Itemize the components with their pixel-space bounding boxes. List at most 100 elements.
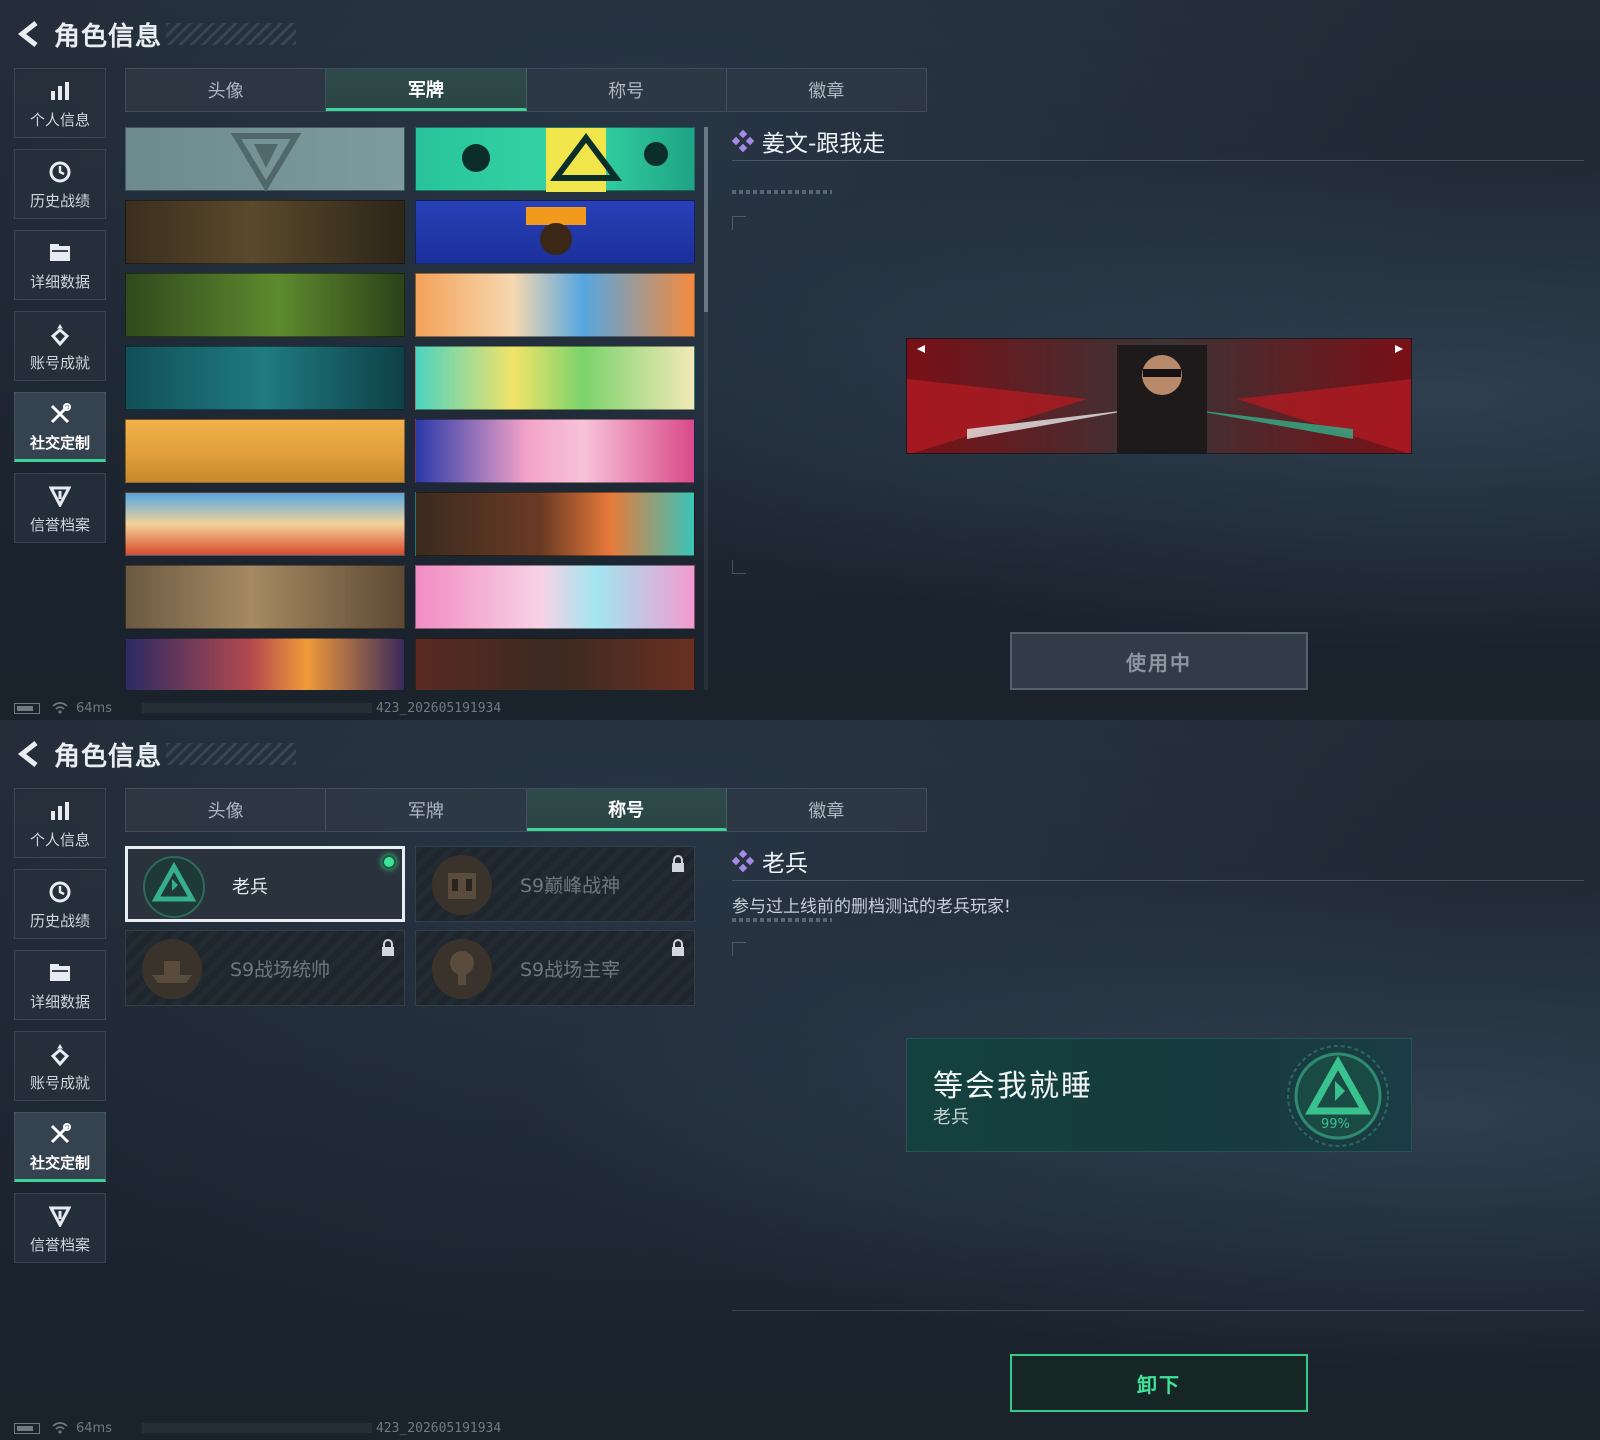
page-title: 角色信息 xyxy=(54,21,163,52)
sidebar-item-achievements[interactable]: 账号成就 xyxy=(14,1031,106,1101)
page-title: 角色信息 xyxy=(54,741,163,772)
sidebar-item-detailed-data[interactable]: 详细数据 xyxy=(14,950,106,1020)
dogtag-item[interactable] xyxy=(125,200,405,264)
sidebar-item-social-custom[interactable]: 社交定制 xyxy=(14,1112,106,1182)
sidebar-item-label: 详细数据 xyxy=(29,272,90,291)
dogtag-item[interactable] xyxy=(415,127,695,192)
sidebar-item-label: 详细数据 xyxy=(29,992,90,1011)
back-arrow-icon[interactable] xyxy=(14,17,44,51)
sidebar-item-label: 账号成就 xyxy=(29,1073,90,1092)
header: 角色信息 xyxy=(14,734,297,774)
selected-item-name: 老兵 xyxy=(762,851,808,877)
tab-badge[interactable]: 徽章 xyxy=(727,789,926,831)
dogtag-item[interactable] xyxy=(125,492,405,556)
shield-badge-icon xyxy=(46,482,74,510)
divider xyxy=(732,1310,1584,1311)
selected-item-description: 参与过上线前的删档测试的老兵玩家! xyxy=(732,897,1011,917)
battery-icon xyxy=(14,702,40,714)
veteran-emblem-icon xyxy=(1287,1045,1389,1147)
sidebar-item-reputation[interactable]: 信誉档案 xyxy=(14,1193,106,1263)
title-item-s9-dominator[interactable]: S9战场主宰 xyxy=(415,930,695,1006)
tab-avatar[interactable]: 头像 xyxy=(126,69,327,111)
dogtag-grid xyxy=(125,127,696,690)
folder-icon xyxy=(46,239,74,267)
history-clock-icon xyxy=(46,158,74,186)
in-use-button[interactable]: 使用中 xyxy=(1010,632,1308,690)
sidebar-item-label: 个人信息 xyxy=(29,110,90,129)
divider xyxy=(732,880,1584,881)
dogtag-item[interactable] xyxy=(415,565,695,629)
dogtag-item[interactable] xyxy=(415,346,695,410)
back-arrow-icon[interactable] xyxy=(14,737,44,771)
dogtag-item[interactable] xyxy=(125,127,405,192)
tab-bar: 头像 军牌 称号 徽章 xyxy=(125,68,927,112)
emblem-percent: 99% xyxy=(1321,1117,1350,1132)
tab-bar: 头像 军牌 称号 徽章 xyxy=(125,788,927,832)
sidebar-item-label: 历史战绩 xyxy=(29,911,90,930)
dogtag-item[interactable] xyxy=(415,273,695,337)
status-bar: 64ms 423_202605191934 xyxy=(14,1420,501,1436)
tab-title[interactable]: 称号 xyxy=(526,789,727,831)
session-bar xyxy=(141,1423,372,1433)
selected-item-name: 姜文-跟我走 xyxy=(762,131,886,157)
sidebar-item-history[interactable]: 历史战绩 xyxy=(14,149,106,219)
ping-text: 64ms xyxy=(76,700,112,716)
header: 角色信息 xyxy=(14,14,297,54)
divider-dashes xyxy=(732,918,832,922)
frame-corner xyxy=(732,942,746,956)
sidebar-item-reputation[interactable]: 信誉档案 xyxy=(14,473,106,543)
divider xyxy=(732,160,1584,161)
unequip-button[interactable]: 卸下 xyxy=(1010,1354,1308,1412)
sidebar-item-personal-info[interactable]: 个人信息 xyxy=(14,788,106,858)
lock-icon xyxy=(672,855,684,872)
dogtag-item[interactable] xyxy=(415,200,695,264)
title-label: 老兵 xyxy=(232,877,268,898)
detail-panel: 老兵 参与过上线前的删档测试的老兵玩家! 等会我就睡 老兵 99% 卸下 xyxy=(732,844,1584,1424)
session-id: 423_202605191934 xyxy=(375,1420,502,1436)
dogtag-item[interactable] xyxy=(125,346,405,410)
sidebar-item-social-custom[interactable]: 社交定制 xyxy=(14,392,106,462)
achievement-medal-icon xyxy=(46,1040,74,1068)
title-item-veteran[interactable]: 老兵 xyxy=(125,846,405,922)
history-clock-icon xyxy=(46,878,74,906)
dogtag-item[interactable] xyxy=(125,638,405,690)
dogtag-item[interactable] xyxy=(125,419,405,483)
title-item-s9-peak-god[interactable]: S9巅峰战神 xyxy=(415,846,695,922)
dogtag-item[interactable] xyxy=(125,565,405,629)
sidebar-item-personal-info[interactable]: 个人信息 xyxy=(14,68,106,138)
title-label: S9战场主宰 xyxy=(520,959,621,981)
detail-header: 姜文-跟我走 xyxy=(732,124,885,158)
equipped-indicator xyxy=(382,855,396,869)
tab-title[interactable]: 称号 xyxy=(527,69,727,111)
sidebar: 个人信息 历史战绩 详细数据 账号成就 社交定制 信誉档案 xyxy=(14,68,106,554)
sidebar-item-achievements[interactable]: 账号成就 xyxy=(14,311,106,381)
sidebar-item-history[interactable]: 历史战绩 xyxy=(14,869,106,939)
frame-corner xyxy=(732,216,746,230)
battery-icon xyxy=(14,1422,40,1434)
dogtag-item[interactable] xyxy=(415,419,695,483)
title-item-s9-commander[interactable]: S9战场统帅 xyxy=(125,930,405,1006)
frame-corner xyxy=(732,560,746,574)
dogtag-item[interactable] xyxy=(415,638,695,690)
tab-badge[interactable]: 徽章 xyxy=(727,69,926,111)
status-bar: 64ms 423_202605191934 xyxy=(14,700,501,716)
bar-chart-icon xyxy=(46,797,74,825)
tab-dogtag[interactable]: 军牌 xyxy=(326,789,527,831)
sidebar-item-label: 社交定制 xyxy=(29,1153,90,1172)
tab-avatar[interactable]: 头像 xyxy=(126,789,327,831)
sidebar-item-label: 社交定制 xyxy=(29,433,90,452)
dogtag-item[interactable] xyxy=(415,492,695,556)
dogtag-item[interactable] xyxy=(125,273,405,337)
sidebar-item-detailed-data[interactable]: 详细数据 xyxy=(14,230,106,300)
title-preview-card: 等会我就睡 老兵 99% xyxy=(906,1038,1412,1152)
scrollbar-thumb[interactable] xyxy=(704,127,708,312)
dogtag-preview xyxy=(906,338,1412,454)
diamond-icon xyxy=(732,850,754,872)
fortress-emblem-icon xyxy=(432,855,492,915)
sidebar-item-label: 个人信息 xyxy=(29,830,90,849)
lock-icon xyxy=(672,939,684,956)
ping-text: 64ms xyxy=(76,1420,112,1436)
tab-dogtag[interactable]: 军牌 xyxy=(326,69,527,111)
sidebar-item-label: 账号成就 xyxy=(29,353,90,372)
title-decoration xyxy=(166,23,297,45)
